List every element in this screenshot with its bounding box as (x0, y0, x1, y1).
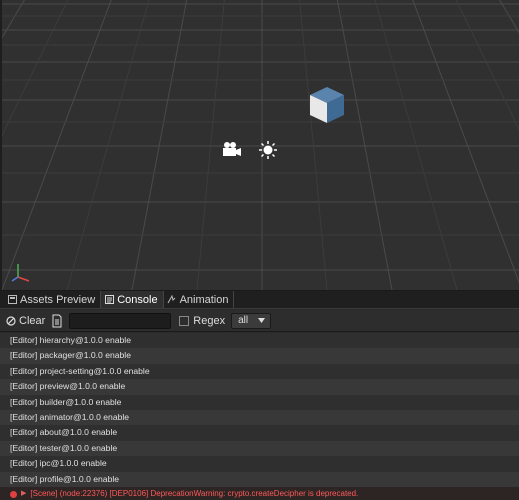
log-row[interactable]: [Editor] preview@1.0.0 enable (0, 379, 519, 395)
log-row[interactable]: [Editor] profile@1.0.0 enable (0, 471, 519, 487)
log-row[interactable]: [Editor] hierarchy@1.0.0 enable (0, 333, 519, 349)
animation-icon (167, 295, 177, 305)
light-icon[interactable] (259, 141, 277, 159)
camera-icon[interactable] (222, 141, 242, 157)
regex-checkbox[interactable] (179, 315, 190, 326)
log-row[interactable]: [Editor] ipc@1.0.0 enable (0, 456, 519, 472)
expand-arrow-icon[interactable]: ▶ (21, 487, 26, 500)
log-level-select[interactable]: all (231, 312, 272, 329)
log-row[interactable]: [Editor] tester@1.0.0 enable (0, 440, 519, 457)
log-row[interactable]: [Editor] packager@1.0.0 enable (0, 348, 519, 364)
bottom-panel: Assets Preview Console Animation Clear R… (0, 290, 519, 500)
console-log-list[interactable]: [Editor] hierarchy@1.0.0 enable [Editor]… (0, 333, 519, 500)
clear-button[interactable]: Clear (6, 312, 45, 330)
error-text: [Scene] (node:22376) [DEP0106] Deprecati… (30, 489, 359, 498)
search-input[interactable] (69, 312, 172, 329)
console-toolbar: Clear Regex all (0, 310, 519, 332)
panel-tabbar: Assets Preview Console Animation (0, 291, 519, 309)
tab-animation[interactable]: Animation (164, 291, 235, 308)
tab-assets-preview[interactable]: Assets Preview (4, 291, 102, 308)
tab-label: Animation (179, 293, 229, 306)
tab-label: Assets Preview (20, 293, 96, 306)
regex-label: Regex (193, 314, 226, 327)
clear-icon (6, 315, 16, 326)
console-icon (104, 295, 114, 305)
log-row[interactable]: [Editor] animator@1.0.0 enable (0, 409, 519, 426)
cube-object[interactable] (310, 87, 344, 123)
axis-gizmo-icon (11, 264, 30, 282)
log-row[interactable]: [Editor] project-setting@1.0.0 enable (0, 363, 519, 380)
log-level-value: all (238, 315, 249, 326)
regex-toggle[interactable]: Regex (179, 315, 225, 327)
assets-preview-icon (7, 295, 17, 305)
open-log-file-icon[interactable] (51, 314, 63, 328)
error-icon (10, 490, 17, 498)
chevron-down-icon (258, 318, 266, 323)
clear-label: Clear (19, 314, 46, 327)
error-log-row[interactable]: ▶ [Scene] (node:22376) [DEP0106] Depreca… (0, 487, 519, 500)
tab-console[interactable]: Console (101, 291, 164, 308)
scene-viewport[interactable] (0, 0, 519, 290)
tab-label: Console (117, 293, 158, 306)
log-row[interactable]: [Editor] builder@1.0.0 enable (0, 394, 519, 410)
log-row[interactable]: [Editor] about@1.0.0 enable (0, 425, 519, 441)
